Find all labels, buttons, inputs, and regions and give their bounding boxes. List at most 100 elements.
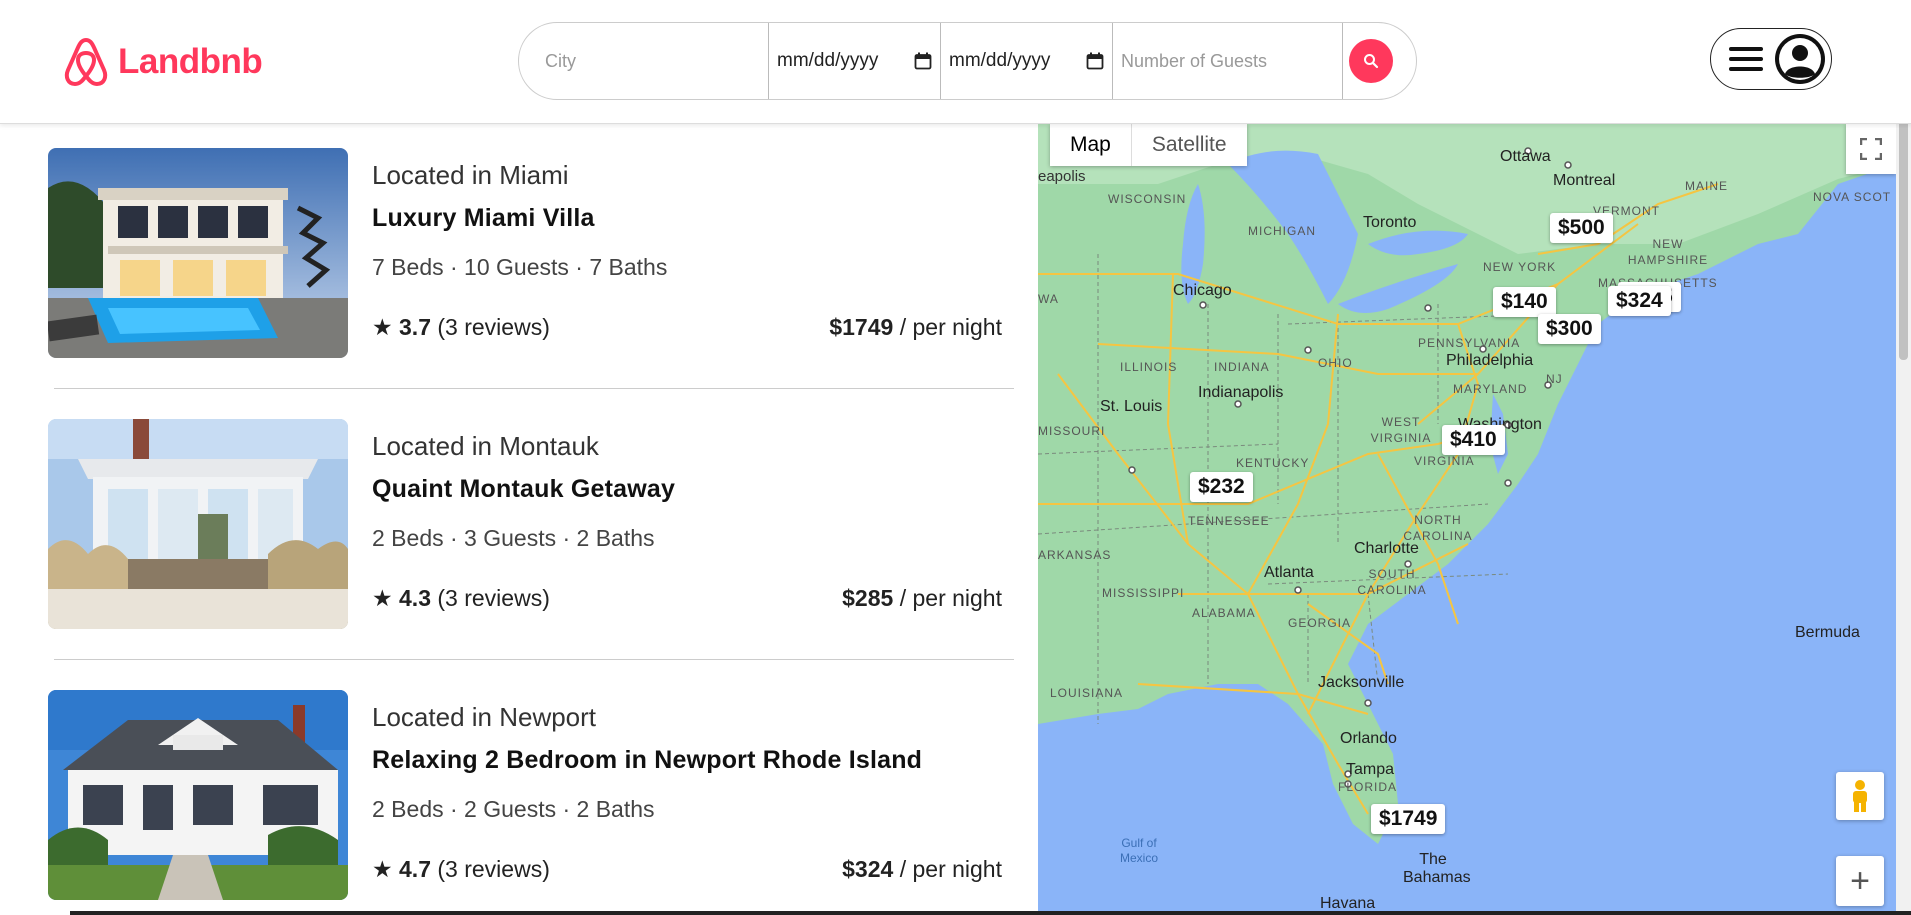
price-pin[interactable]: $1749 xyxy=(1371,804,1446,834)
map-label: eapolis xyxy=(1038,168,1086,185)
checkin-date-input[interactable]: mm/dd/yyyy xyxy=(769,23,941,99)
guests-placeholder: Number of Guests xyxy=(1121,50,1268,71)
hamburger-icon xyxy=(1729,47,1763,71)
brand-logo[interactable]: Landbnb xyxy=(62,36,263,88)
listing-details: 2 Beds · 2 Guests · 2 Baths xyxy=(372,796,655,822)
rating-value: 4.3 xyxy=(399,585,431,611)
listing-price: $324 / per night xyxy=(842,856,1002,883)
map-label: Bermuda xyxy=(1795,624,1860,641)
listing-title[interactable]: Quaint Montauk Getaway xyxy=(372,475,675,504)
price-pin[interactable]: $324 xyxy=(1608,286,1671,316)
listing-info: Located in Newport Relaxing 2 Bedroom in… xyxy=(372,690,1014,900)
star-icon: ★ xyxy=(372,585,393,611)
listing-photo[interactable] xyxy=(48,419,348,629)
price-pin[interactable]: $300 xyxy=(1538,314,1601,344)
checkout-placeholder: mm/dd/yyyy xyxy=(949,50,1051,71)
map-label: SOUTH CAROLINA xyxy=(1357,567,1427,597)
price-pin[interactable]: $410 xyxy=(1442,425,1505,455)
listing-location: Located in Montauk xyxy=(372,431,599,461)
map-label: VIRGINIA xyxy=(1414,454,1475,468)
city-placeholder: City xyxy=(545,50,576,71)
map-label: NEW HAMPSHIRE xyxy=(1627,237,1709,267)
price-pin[interactable]: $500 xyxy=(1550,213,1613,243)
map-label: FLORIDA xyxy=(1338,780,1398,794)
map-label: Indianapolis xyxy=(1198,384,1284,401)
map-label: WEST VIRGINIA xyxy=(1370,415,1432,445)
rating-value: 3.7 xyxy=(399,314,431,340)
checkout-date-input[interactable]: mm/dd/yyyy xyxy=(941,23,1113,99)
listing-card[interactable]: Located in Newport Relaxing 2 Bedroom in… xyxy=(48,690,1014,900)
map-label: ALABAMA xyxy=(1192,606,1256,620)
map-label: INDIANA xyxy=(1214,360,1270,374)
user-menu-button[interactable] xyxy=(1710,28,1832,90)
map-label: Jacksonville xyxy=(1318,674,1405,691)
calendar-icon[interactable] xyxy=(1086,52,1104,70)
calendar-icon[interactable] xyxy=(914,52,932,70)
listing-location: Located in Miami xyxy=(372,160,569,190)
listing-divider xyxy=(54,388,1014,389)
price-suffix: / per night xyxy=(899,314,1002,340)
rating-value: 4.7 xyxy=(399,856,431,882)
review-count: (3 reviews) xyxy=(437,314,550,340)
listing-title[interactable]: Relaxing 2 Bedroom in Newport Rhode Isla… xyxy=(372,746,922,775)
listing-title[interactable]: Luxury Miami Villa xyxy=(372,204,595,233)
listing-photo[interactable] xyxy=(48,690,348,900)
price-suffix: / per night xyxy=(899,585,1002,611)
listing-card[interactable]: Located in Montauk Quaint Montauk Getawa… xyxy=(48,419,1014,629)
search-button[interactable] xyxy=(1349,39,1393,83)
checkin-placeholder: mm/dd/yyyy xyxy=(777,50,879,71)
map-label: Montreal xyxy=(1553,172,1616,189)
newport-house-image xyxy=(48,690,348,900)
map-label: TENNESSEE xyxy=(1188,514,1270,528)
search-bar: City mm/dd/yyyy mm/dd/yyyy Number of Gue… xyxy=(518,22,1417,100)
map-label: WA xyxy=(1038,292,1059,306)
map-label: Philadelphia xyxy=(1446,352,1534,369)
montauk-getaway-image xyxy=(48,419,348,629)
listing-price: $1749 / per night xyxy=(829,314,1002,341)
price-pin[interactable]: $232 xyxy=(1190,472,1253,502)
street-view-button[interactable] xyxy=(1836,772,1884,820)
listing-rating: ★ 4.7 (3 reviews) xyxy=(372,856,550,883)
listing-photo[interactable] xyxy=(48,148,348,358)
brand-name: Landbnb xyxy=(118,42,263,81)
top-navigation-bar: Landbnb City mm/dd/yyyy mm/dd/yyyy Numbe… xyxy=(0,0,1911,124)
listing-divider xyxy=(54,659,1014,660)
map-label: Tampa xyxy=(1346,761,1395,778)
fullscreen-button[interactable] xyxy=(1846,124,1896,174)
map-label: Atlanta xyxy=(1264,564,1314,581)
map-label: MICHIGAN xyxy=(1248,224,1316,238)
map-label: Gulf of Mexico xyxy=(1119,836,1158,865)
listing-card[interactable]: Located in Miami Luxury Miami Villa 7 Be… xyxy=(48,148,1014,358)
map-label: LOUISIANA xyxy=(1050,686,1124,700)
fullscreen-icon xyxy=(1860,138,1882,160)
price-suffix: / per night xyxy=(899,856,1002,882)
price-pin[interactable]: $140 xyxy=(1493,287,1556,317)
map-type-map-button[interactable]: Map xyxy=(1050,124,1131,166)
guests-input[interactable]: Number of Guests xyxy=(1113,23,1343,99)
map-label: PENNSYLVANIA xyxy=(1418,336,1521,350)
review-count: (3 reviews) xyxy=(437,856,550,882)
bottom-edge xyxy=(70,911,1911,915)
airbnb-logo-icon xyxy=(64,37,108,87)
listing-price: $285 / per night xyxy=(842,585,1002,612)
listing-details: 2 Beds · 3 Guests · 2 Baths xyxy=(372,525,655,551)
city-input[interactable]: City xyxy=(519,23,769,99)
map-label: NJ xyxy=(1546,372,1563,386)
map-label: Ottawa xyxy=(1500,148,1551,165)
map-label: MISSISSIPPI xyxy=(1102,586,1185,600)
map-label: KENTUCKY xyxy=(1236,456,1310,470)
map-label: NOVA SCOT xyxy=(1813,190,1892,204)
plus-icon: + xyxy=(1850,861,1870,900)
map-label: ARKANSAS xyxy=(1038,548,1112,562)
star-icon: ★ xyxy=(372,314,393,340)
map-label: NEW YORK xyxy=(1483,260,1557,274)
map-view[interactable]: eapolis WISCONSIN MICHIGAN Ottawa Montre… xyxy=(1038,124,1896,915)
price-value: $324 xyxy=(842,856,894,882)
zoom-in-button[interactable]: + xyxy=(1836,856,1884,906)
map-type-satellite-button[interactable]: Satellite xyxy=(1130,124,1247,166)
listing-info: Located in Montauk Quaint Montauk Getawa… xyxy=(372,419,1014,629)
user-avatar-icon xyxy=(1775,34,1825,84)
map-type-toggle: Map Satellite xyxy=(1050,124,1247,166)
map-label: Chicago xyxy=(1173,282,1232,299)
price-value: $285 xyxy=(842,585,894,611)
